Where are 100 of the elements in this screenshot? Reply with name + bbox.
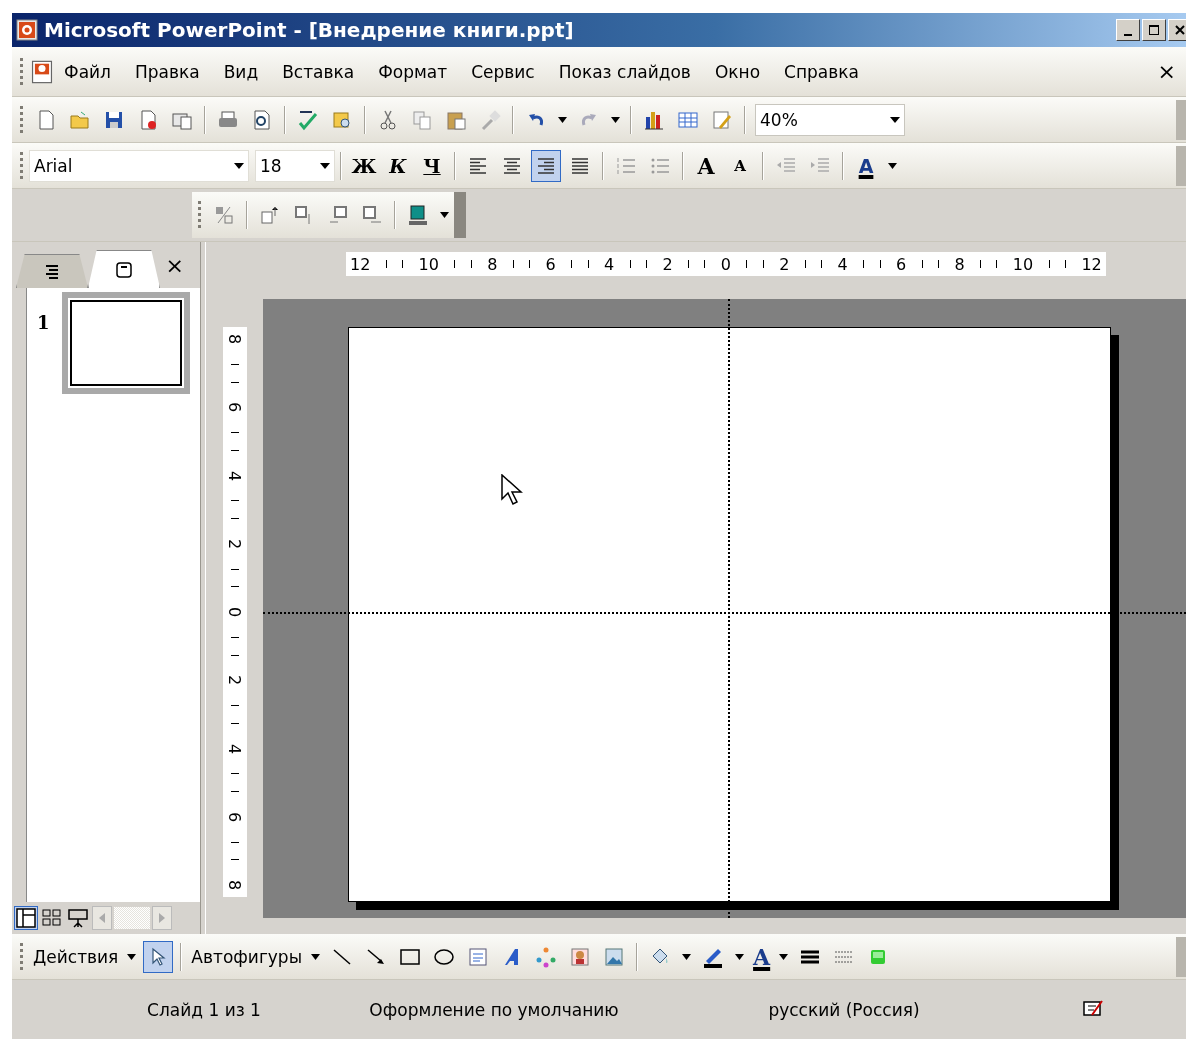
menu-item[interactable]: Вставка [273,57,364,86]
font-color-button[interactable]: A [851,149,881,182]
document-icon[interactable] [29,58,55,85]
menu-item[interactable]: Показ слайдов [549,57,700,86]
ruler-label: 8 [226,333,243,345]
slide-thumbnail[interactable] [61,292,190,394]
ruler-label: 4 [226,743,243,754]
dropdown-arrow-icon[interactable] [440,212,449,218]
font-size-field[interactable]: 18 [255,149,335,182]
ruler-label: 2 [779,254,790,274]
ruler-tick [879,260,881,268]
ruler-label: 12 [350,254,371,274]
ruler-label: 0 [226,606,243,618]
ruler-tick [470,260,472,268]
image-icon[interactable] [603,945,626,968]
ruler-tick [230,773,239,775]
dropdown-arrow-icon[interactable] [888,162,897,169]
grow-font-button[interactable]: A [691,149,721,182]
ruler-label: 2 [662,254,673,274]
close-pane-button[interactable]: × [165,252,184,278]
close-icon [1174,24,1186,36]
menu-item[interactable]: Правка [125,57,209,86]
spelling-icon[interactable] [297,108,319,131]
autoshapes-menu[interactable]: Автофигуры [187,946,307,967]
toolbar-grip[interactable] [20,105,23,134]
toolbar-grip[interactable] [20,151,23,180]
ruler-tick [587,260,589,268]
minimize-icon [1124,34,1132,36]
ruler-tick [996,260,998,268]
font-field[interactable]: Arial [29,149,249,182]
ruler-tick [230,449,239,451]
bring-forward-icon[interactable] [259,204,281,226]
menu-item[interactable]: Файл [55,57,120,86]
zoom-field[interactable]: 40% [755,103,905,136]
ruler-label: 6 [545,254,556,274]
maximize-button[interactable] [1142,19,1166,41]
ruler-label: 10 [1012,254,1034,274]
dropdown-arrow-icon[interactable] [558,116,567,123]
ruler-tick [385,260,387,268]
dropdown-arrow-icon[interactable] [611,116,620,123]
clip-art-icon[interactable] [569,945,592,968]
menu-item[interactable]: Вид [214,57,268,86]
slide-number: 1 [37,312,50,333]
dropdown-arrow-icon[interactable] [127,953,137,960]
dropdown-arrow-icon[interactable] [735,953,745,960]
dropdown-arrow-icon[interactable] [682,953,692,960]
text-box-icon[interactable] [467,945,490,968]
ruler-tick [529,260,531,268]
normal-view-icon[interactable] [15,907,37,929]
actions-menu[interactable]: Действия [29,946,123,967]
menu-item[interactable]: Справка [775,57,868,86]
ruler-tick [687,260,689,268]
ruler-label: 10 [418,254,439,274]
pane-tab[interactable] [16,254,88,288]
dropdown-arrow-icon[interactable] [311,953,321,960]
right-arrow-icon [159,913,165,923]
menu-item[interactable]: Окно [705,57,770,86]
print-preview-icon[interactable] [251,108,273,131]
vertical-guide[interactable] [728,299,730,918]
ruler-tick [230,518,239,519]
ruler-tick [230,859,239,861]
close-document-button[interactable]: × [1157,59,1176,84]
ruler-tick [821,260,823,268]
recolor-icon[interactable] [213,204,235,226]
dropdown-arrow-icon[interactable] [779,953,789,960]
bold-button[interactable]: Ж [349,149,379,182]
ruler-label: 4 [603,254,615,274]
ruler-tick [512,260,514,268]
ruler-tick [1065,260,1066,268]
shrink-font-button[interactable]: A [725,149,755,182]
scrollbar-track[interactable] [114,907,150,929]
slideshow-icon[interactable] [67,907,89,929]
cut-icon[interactable] [377,108,399,131]
menu-item[interactable]: Сервис [462,57,544,86]
fill-color-icon[interactable] [407,204,429,226]
minimize-button[interactable] [1116,19,1140,41]
ruler-tick [762,260,764,268]
ruler-tick [230,654,239,656]
app-icon[interactable] [16,19,38,41]
ruler-tick [230,586,239,588]
toolbar-grip[interactable] [20,942,23,971]
toolbar-grip[interactable] [198,201,201,229]
underline-button[interactable]: Ч [417,149,447,182]
maximize-icon [1148,24,1160,36]
toolbar-grip[interactable] [20,57,23,86]
ruler-label: 0 [720,254,731,274]
horizontal-guide[interactable] [263,612,1186,614]
menu-item[interactable]: Формат [369,57,457,86]
ruler-tick [230,705,239,706]
font-color-button[interactable]: A [753,943,771,970]
ruler-label: 6 [226,402,243,413]
diagram-icon[interactable] [535,945,558,968]
slide-sorter-icon[interactable] [41,907,63,929]
mouse-pointer-icon [501,474,523,506]
ruler-label: 8 [954,254,965,274]
italic-button[interactable]: К [383,149,413,182]
close-button[interactable] [1168,19,1186,41]
ruler-tick [230,568,239,570]
ruler-label: 12 [1081,254,1102,274]
ruler-tick [230,500,239,502]
